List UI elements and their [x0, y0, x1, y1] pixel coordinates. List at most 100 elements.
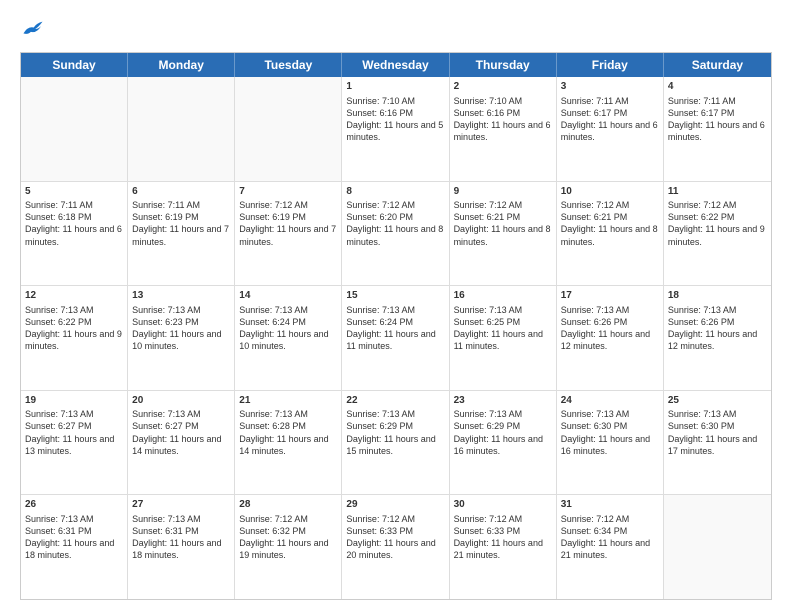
- calendar-row-0: 1Sunrise: 7:10 AM Sunset: 6:16 PM Daylig…: [21, 77, 771, 182]
- cell-info: Sunrise: 7:11 AM Sunset: 6:17 PM Dayligh…: [561, 95, 659, 144]
- cell-info: Sunrise: 7:13 AM Sunset: 6:31 PM Dayligh…: [25, 513, 123, 562]
- logo: [20, 18, 44, 42]
- calendar-cell-28: 28Sunrise: 7:12 AM Sunset: 6:32 PM Dayli…: [235, 495, 342, 599]
- cell-info: Sunrise: 7:11 AM Sunset: 6:18 PM Dayligh…: [25, 199, 123, 248]
- calendar-cell-5: 5Sunrise: 7:11 AM Sunset: 6:18 PM Daylig…: [21, 182, 128, 286]
- cell-info: Sunrise: 7:13 AM Sunset: 6:22 PM Dayligh…: [25, 304, 123, 353]
- day-number: 27: [132, 498, 230, 512]
- cell-info: Sunrise: 7:12 AM Sunset: 6:21 PM Dayligh…: [454, 199, 552, 248]
- header-day-sunday: Sunday: [21, 53, 128, 77]
- calendar-cell-26: 26Sunrise: 7:13 AM Sunset: 6:31 PM Dayli…: [21, 495, 128, 599]
- day-number: 7: [239, 185, 337, 199]
- calendar-cell-23: 23Sunrise: 7:13 AM Sunset: 6:29 PM Dayli…: [450, 391, 557, 495]
- calendar-cell-25: 25Sunrise: 7:13 AM Sunset: 6:30 PM Dayli…: [664, 391, 771, 495]
- day-number: 19: [25, 394, 123, 408]
- day-number: 13: [132, 289, 230, 303]
- cell-info: Sunrise: 7:10 AM Sunset: 6:16 PM Dayligh…: [346, 95, 444, 144]
- day-number: 1: [346, 80, 444, 94]
- calendar-cell-empty-0-1: [128, 77, 235, 181]
- calendar-cell-24: 24Sunrise: 7:13 AM Sunset: 6:30 PM Dayli…: [557, 391, 664, 495]
- cell-info: Sunrise: 7:11 AM Sunset: 6:19 PM Dayligh…: [132, 199, 230, 248]
- calendar-row-2: 12Sunrise: 7:13 AM Sunset: 6:22 PM Dayli…: [21, 286, 771, 391]
- day-number: 15: [346, 289, 444, 303]
- calendar-cell-17: 17Sunrise: 7:13 AM Sunset: 6:26 PM Dayli…: [557, 286, 664, 390]
- day-number: 4: [668, 80, 767, 94]
- header-day-wednesday: Wednesday: [342, 53, 449, 77]
- cell-info: Sunrise: 7:13 AM Sunset: 6:29 PM Dayligh…: [454, 408, 552, 457]
- header-day-tuesday: Tuesday: [235, 53, 342, 77]
- cell-info: Sunrise: 7:13 AM Sunset: 6:24 PM Dayligh…: [346, 304, 444, 353]
- calendar-cell-empty-0-0: [21, 77, 128, 181]
- day-number: 24: [561, 394, 659, 408]
- calendar-cell-14: 14Sunrise: 7:13 AM Sunset: 6:24 PM Dayli…: [235, 286, 342, 390]
- page: SundayMondayTuesdayWednesdayThursdayFrid…: [0, 0, 792, 612]
- calendar-cell-4: 4Sunrise: 7:11 AM Sunset: 6:17 PM Daylig…: [664, 77, 771, 181]
- cell-info: Sunrise: 7:12 AM Sunset: 6:32 PM Dayligh…: [239, 513, 337, 562]
- day-number: 21: [239, 394, 337, 408]
- calendar-cell-29: 29Sunrise: 7:12 AM Sunset: 6:33 PM Dayli…: [342, 495, 449, 599]
- cell-info: Sunrise: 7:13 AM Sunset: 6:30 PM Dayligh…: [668, 408, 767, 457]
- day-number: 26: [25, 498, 123, 512]
- day-number: 29: [346, 498, 444, 512]
- calendar-cell-2: 2Sunrise: 7:10 AM Sunset: 6:16 PM Daylig…: [450, 77, 557, 181]
- calendar-cell-12: 12Sunrise: 7:13 AM Sunset: 6:22 PM Dayli…: [21, 286, 128, 390]
- cell-info: Sunrise: 7:13 AM Sunset: 6:26 PM Dayligh…: [561, 304, 659, 353]
- day-number: 12: [25, 289, 123, 303]
- cell-info: Sunrise: 7:12 AM Sunset: 6:20 PM Dayligh…: [346, 199, 444, 248]
- calendar-cell-3: 3Sunrise: 7:11 AM Sunset: 6:17 PM Daylig…: [557, 77, 664, 181]
- cell-info: Sunrise: 7:12 AM Sunset: 6:21 PM Dayligh…: [561, 199, 659, 248]
- day-number: 8: [346, 185, 444, 199]
- cell-info: Sunrise: 7:13 AM Sunset: 6:31 PM Dayligh…: [132, 513, 230, 562]
- cell-info: Sunrise: 7:12 AM Sunset: 6:22 PM Dayligh…: [668, 199, 767, 248]
- calendar-cell-9: 9Sunrise: 7:12 AM Sunset: 6:21 PM Daylig…: [450, 182, 557, 286]
- day-number: 16: [454, 289, 552, 303]
- day-number: 22: [346, 394, 444, 408]
- calendar-cell-27: 27Sunrise: 7:13 AM Sunset: 6:31 PM Dayli…: [128, 495, 235, 599]
- cell-info: Sunrise: 7:12 AM Sunset: 6:33 PM Dayligh…: [346, 513, 444, 562]
- cell-info: Sunrise: 7:13 AM Sunset: 6:27 PM Dayligh…: [132, 408, 230, 457]
- calendar-cell-empty-0-2: [235, 77, 342, 181]
- calendar-header: SundayMondayTuesdayWednesdayThursdayFrid…: [21, 53, 771, 77]
- day-number: 18: [668, 289, 767, 303]
- day-number: 28: [239, 498, 337, 512]
- day-number: 14: [239, 289, 337, 303]
- calendar-row-3: 19Sunrise: 7:13 AM Sunset: 6:27 PM Dayli…: [21, 391, 771, 496]
- calendar-cell-10: 10Sunrise: 7:12 AM Sunset: 6:21 PM Dayli…: [557, 182, 664, 286]
- calendar-cell-19: 19Sunrise: 7:13 AM Sunset: 6:27 PM Dayli…: [21, 391, 128, 495]
- cell-info: Sunrise: 7:12 AM Sunset: 6:19 PM Dayligh…: [239, 199, 337, 248]
- cell-info: Sunrise: 7:13 AM Sunset: 6:26 PM Dayligh…: [668, 304, 767, 353]
- calendar-row-4: 26Sunrise: 7:13 AM Sunset: 6:31 PM Dayli…: [21, 495, 771, 599]
- calendar-cell-15: 15Sunrise: 7:13 AM Sunset: 6:24 PM Dayli…: [342, 286, 449, 390]
- day-number: 31: [561, 498, 659, 512]
- cell-info: Sunrise: 7:13 AM Sunset: 6:24 PM Dayligh…: [239, 304, 337, 353]
- calendar-cell-8: 8Sunrise: 7:12 AM Sunset: 6:20 PM Daylig…: [342, 182, 449, 286]
- header-day-thursday: Thursday: [450, 53, 557, 77]
- calendar-cell-18: 18Sunrise: 7:13 AM Sunset: 6:26 PM Dayli…: [664, 286, 771, 390]
- day-number: 23: [454, 394, 552, 408]
- cell-info: Sunrise: 7:13 AM Sunset: 6:27 PM Dayligh…: [25, 408, 123, 457]
- calendar: SundayMondayTuesdayWednesdayThursdayFrid…: [20, 52, 772, 600]
- day-number: 20: [132, 394, 230, 408]
- cell-info: Sunrise: 7:10 AM Sunset: 6:16 PM Dayligh…: [454, 95, 552, 144]
- header: [20, 18, 772, 42]
- calendar-cell-7: 7Sunrise: 7:12 AM Sunset: 6:19 PM Daylig…: [235, 182, 342, 286]
- cell-info: Sunrise: 7:12 AM Sunset: 6:33 PM Dayligh…: [454, 513, 552, 562]
- day-number: 11: [668, 185, 767, 199]
- header-day-saturday: Saturday: [664, 53, 771, 77]
- calendar-cell-11: 11Sunrise: 7:12 AM Sunset: 6:22 PM Dayli…: [664, 182, 771, 286]
- calendar-cell-empty-4-6: [664, 495, 771, 599]
- cell-info: Sunrise: 7:13 AM Sunset: 6:28 PM Dayligh…: [239, 408, 337, 457]
- calendar-cell-20: 20Sunrise: 7:13 AM Sunset: 6:27 PM Dayli…: [128, 391, 235, 495]
- day-number: 3: [561, 80, 659, 94]
- day-number: 10: [561, 185, 659, 199]
- calendar-cell-31: 31Sunrise: 7:12 AM Sunset: 6:34 PM Dayli…: [557, 495, 664, 599]
- logo-bird-icon: [22, 18, 44, 40]
- calendar-row-1: 5Sunrise: 7:11 AM Sunset: 6:18 PM Daylig…: [21, 182, 771, 287]
- cell-info: Sunrise: 7:12 AM Sunset: 6:34 PM Dayligh…: [561, 513, 659, 562]
- calendar-cell-13: 13Sunrise: 7:13 AM Sunset: 6:23 PM Dayli…: [128, 286, 235, 390]
- day-number: 30: [454, 498, 552, 512]
- header-day-friday: Friday: [557, 53, 664, 77]
- cell-info: Sunrise: 7:13 AM Sunset: 6:29 PM Dayligh…: [346, 408, 444, 457]
- calendar-cell-16: 16Sunrise: 7:13 AM Sunset: 6:25 PM Dayli…: [450, 286, 557, 390]
- calendar-body: 1Sunrise: 7:10 AM Sunset: 6:16 PM Daylig…: [21, 77, 771, 599]
